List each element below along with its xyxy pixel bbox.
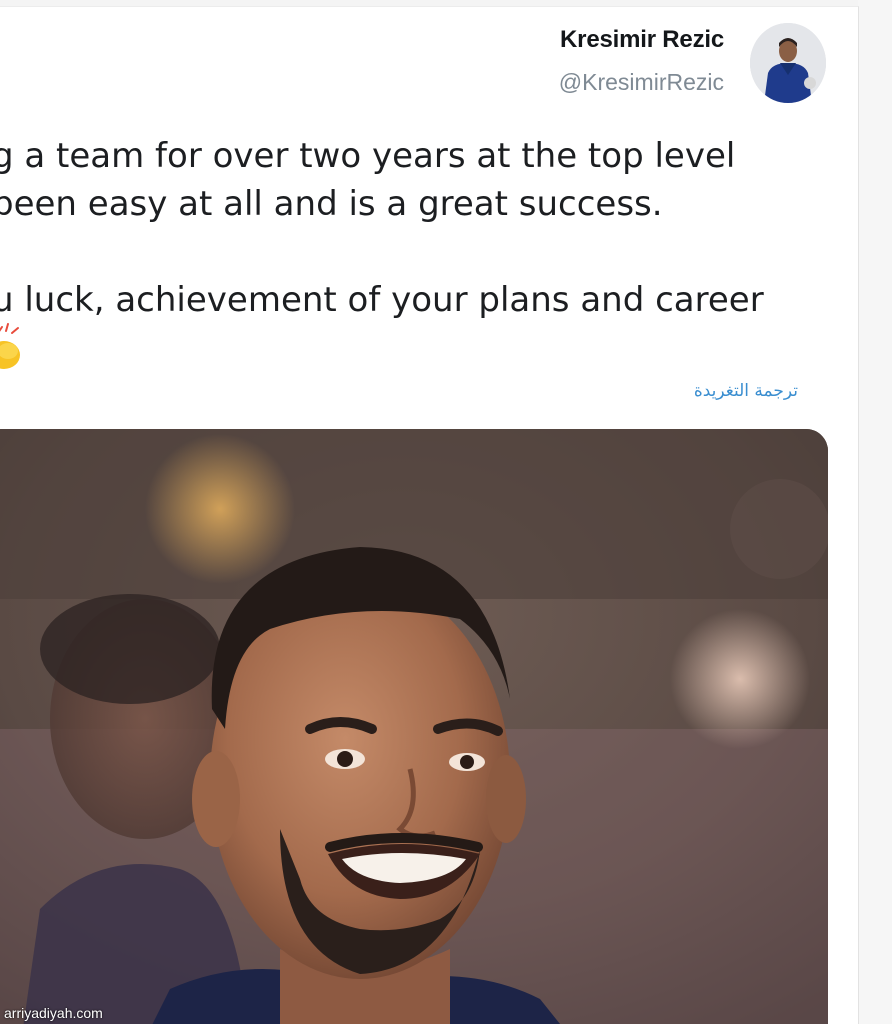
clapping-hands-icon	[0, 321, 28, 375]
page-margin	[858, 0, 892, 1024]
tweet-media-photo[interactable]	[0, 429, 828, 1024]
avatar[interactable]	[750, 23, 826, 103]
screenshot: Kresimir Rezic @KresimirRezic g a team f…	[0, 0, 892, 1024]
avatar-photo	[750, 23, 826, 103]
photo-smiling-player-icon	[0, 429, 828, 1024]
tweet-author[interactable]: Kresimir Rezic @KresimirRezic	[559, 25, 724, 99]
author-display-name[interactable]: Kresimir Rezic	[559, 25, 724, 55]
tweet-text-line: been easy at all and is a great success.	[0, 184, 663, 224]
translate-tweet-link[interactable]: ترجمة التغريدة	[694, 381, 798, 401]
tweet-text-line: u luck, achievement of your plans and ca…	[0, 280, 764, 320]
watermark: arriyadiyah.com	[4, 1005, 103, 1021]
tweet-text: g a team for over two years at the top l…	[0, 132, 852, 324]
tweet-card: Kresimir Rezic @KresimirRezic g a team f…	[0, 6, 859, 1024]
tweet-text-line: g a team for over two years at the top l…	[0, 136, 736, 176]
author-handle[interactable]: @KresimirRezic	[559, 65, 724, 99]
